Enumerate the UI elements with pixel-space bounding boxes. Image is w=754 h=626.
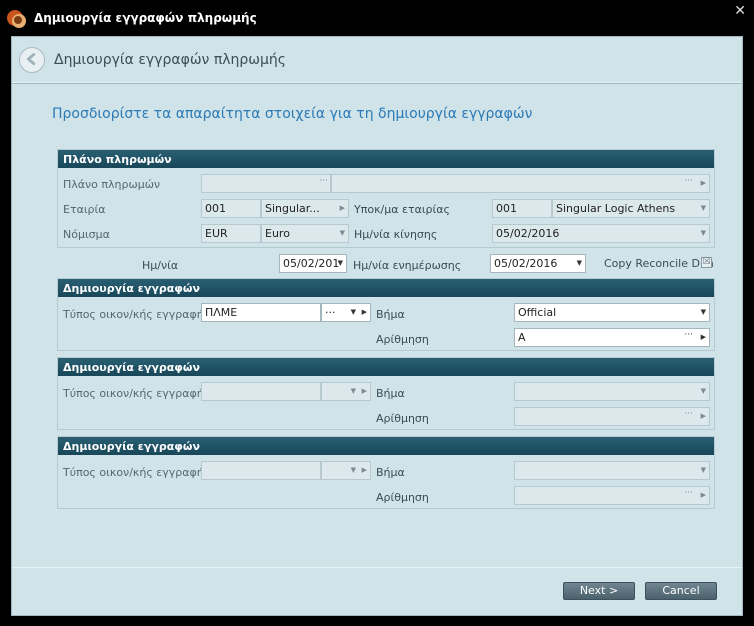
ellipsis-icon[interactable]: ··· xyxy=(684,176,693,186)
page-title: Δημιουργία εγγραφών πληρωμής xyxy=(54,52,287,68)
ellipsis-icon[interactable]: ··· xyxy=(319,176,328,186)
step-label: Βήμα xyxy=(376,308,405,321)
title-bar: Δημιουργία εγγραφών πληρωμής ✕ xyxy=(0,0,754,36)
chevron-down-icon[interactable]: ▼ xyxy=(577,259,582,267)
entry-type-lookup[interactable]: ▼ ▶ xyxy=(321,461,371,480)
entry-type-field[interactable]: ΠΛΜΕ xyxy=(201,303,321,322)
ellipsis-icon[interactable]: ··· xyxy=(325,306,336,319)
movement-date-label: Ημ/νία κίνησης xyxy=(354,228,438,241)
step-label: Βήμα xyxy=(376,387,405,400)
step-field[interactable]: Official ▼ xyxy=(514,303,710,322)
chevron-down-icon[interactable]: ▼ xyxy=(351,466,356,474)
ellipsis-icon[interactable]: ··· xyxy=(684,330,693,340)
window-title: Δημιουργία εγγραφών πληρωμής xyxy=(34,11,257,25)
close-icon[interactable]: ✕ xyxy=(734,3,746,19)
date-field[interactable]: 05/02/201 ▼ xyxy=(279,254,347,273)
plan-description-field[interactable]: ··· ▶ xyxy=(331,174,710,193)
section-header: Πλάνο πληρωμών xyxy=(58,150,714,168)
movement-date-field[interactable]: 05/02/2016 ▼ xyxy=(492,224,710,243)
numbering-field[interactable]: A ··· ▶ xyxy=(514,328,710,347)
entry-type-label: Τύπος οικον/κής εγγραφής xyxy=(63,387,211,400)
copy-reconcile-checkbox[interactable]: ☒ xyxy=(701,257,712,268)
ellipsis-icon[interactable]: ··· xyxy=(684,409,693,419)
arrow-right-icon[interactable]: ▶ xyxy=(701,412,706,420)
currency-name-field[interactable]: Euro ▼ xyxy=(261,224,349,243)
entries-section-3: Δημιουργία εγγραφών Τύπος οικον/κής εγγρ… xyxy=(57,436,715,509)
entries-section-2: Δημιουργία εγγραφών Τύπος οικον/κής εγγρ… xyxy=(57,357,715,430)
entry-type-lookup[interactable]: ▼ ▶ xyxy=(321,382,371,401)
date-label: Ημ/νία xyxy=(142,259,179,272)
numbering-label: Αρίθμηση xyxy=(376,491,429,504)
instruction-text: Προσδιορίστε τα απαραίτητα στοιχεία για … xyxy=(52,106,533,122)
branch-code-field[interactable]: 001 xyxy=(492,199,552,218)
currency-label: Νόμισμα xyxy=(63,228,110,241)
plan-label: Πλάνο πληρωμών xyxy=(63,178,161,191)
footer-divider xyxy=(12,567,742,568)
update-date-field[interactable]: 05/02/2016 ▼ xyxy=(490,254,586,273)
arrow-right-icon[interactable]: ▶ xyxy=(362,466,367,474)
copy-reconcile-label: Copy Reconcile Dim xyxy=(604,257,714,270)
wizard-header: Δημιουργία εγγραφών πληρωμής xyxy=(12,37,742,83)
chevron-down-icon[interactable]: ▼ xyxy=(351,308,356,316)
company-name-field[interactable]: Singular... ▶ xyxy=(261,199,349,218)
branch-name-field[interactable]: Singular Logic Athens ▼ xyxy=(552,199,710,218)
ellipsis-icon[interactable]: ··· xyxy=(684,488,693,498)
numbering-field[interactable]: ··· ▶ xyxy=(514,486,710,505)
cancel-button[interactable]: Cancel xyxy=(645,582,717,600)
step-field[interactable]: ▼ xyxy=(514,461,710,480)
numbering-label: Αρίθμηση xyxy=(376,333,429,346)
back-button[interactable] xyxy=(19,47,45,73)
arrow-right-icon[interactable]: ▶ xyxy=(362,308,367,316)
chevron-down-icon[interactable]: ▼ xyxy=(701,229,706,237)
wizard-window: Δημιουργία εγγραφών πληρωμής Προσδιορίστ… xyxy=(11,36,743,616)
chevron-down-icon[interactable]: ▼ xyxy=(701,466,706,474)
payment-plan-section: Πλάνο πληρωμών Πλάνο πληρωμών ··· ··· ▶ … xyxy=(57,149,715,248)
numbering-field[interactable]: ··· ▶ xyxy=(514,407,710,426)
plan-code-field[interactable]: ··· xyxy=(201,174,331,193)
step-label: Βήμα xyxy=(376,466,405,479)
update-date-label: Ημ/νία ενημέρωσης xyxy=(353,259,462,272)
entry-type-field[interactable] xyxy=(201,461,321,480)
chevron-down-icon[interactable]: ▼ xyxy=(701,387,706,395)
arrow-right-icon[interactable]: ▶ xyxy=(701,179,706,187)
entry-type-field[interactable] xyxy=(201,382,321,401)
chevron-down-icon[interactable]: ▼ xyxy=(340,229,345,237)
section-header: Δημιουργία εγγραφών xyxy=(58,437,714,455)
entry-type-lookup[interactable]: ··· ▼ ▶ xyxy=(321,303,371,322)
company-code-field[interactable]: 001 xyxy=(201,199,261,218)
chevron-down-icon[interactable]: ▼ xyxy=(351,387,356,395)
app-logo-icon xyxy=(7,10,26,28)
chevron-down-icon[interactable]: ▼ xyxy=(338,259,343,267)
arrow-right-icon[interactable]: ▶ xyxy=(362,387,367,395)
arrow-right-icon[interactable]: ▶ xyxy=(701,333,706,341)
arrow-right-icon[interactable]: ▶ xyxy=(701,491,706,499)
entries-section-1: Δημιουργία εγγραφών Τύπος οικον/κής εγγρ… xyxy=(57,278,715,351)
next-button[interactable]: Next > xyxy=(563,582,635,600)
branch-label: Υποκ/μα εταιρίας xyxy=(354,203,450,216)
header-divider xyxy=(12,83,742,84)
company-label: Εταιρία xyxy=(63,203,106,216)
numbering-label: Αρίθμηση xyxy=(376,412,429,425)
chevron-down-icon[interactable]: ▼ xyxy=(701,308,706,316)
arrow-right-icon[interactable]: ▶ xyxy=(340,204,345,212)
entry-type-label: Τύπος οικον/κής εγγραφής xyxy=(63,466,211,479)
chevron-down-icon[interactable]: ▼ xyxy=(701,204,706,212)
currency-code-field[interactable]: EUR xyxy=(201,224,261,243)
entry-type-label: Τύπος οικον/κής εγγραφής xyxy=(63,308,211,321)
back-arrow-icon xyxy=(26,53,36,66)
section-header: Δημιουργία εγγραφών xyxy=(58,279,714,297)
step-field[interactable]: ▼ xyxy=(514,382,710,401)
section-header: Δημιουργία εγγραφών xyxy=(58,358,714,376)
